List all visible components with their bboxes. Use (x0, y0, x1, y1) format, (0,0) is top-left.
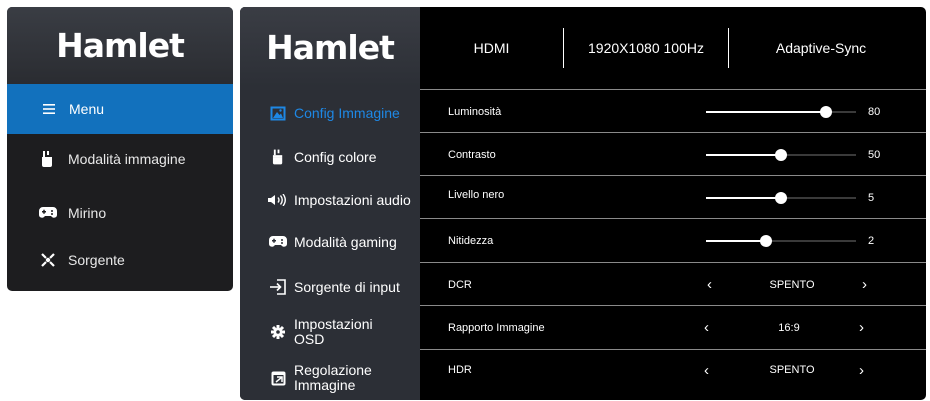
setting-value: 80 (868, 105, 881, 118)
setting-row-hdr[interactable]: HDR ‹ SPENTO › (420, 349, 926, 393)
brand-logo: Hamlet (7, 7, 233, 84)
slider-knob[interactable] (775, 149, 787, 161)
sidebar-item-label: Modalità gaming (294, 233, 397, 250)
input-icon (268, 279, 288, 295)
setting-row-sharpness[interactable]: Nitidezza 2 (420, 218, 926, 262)
sidebar-item-label: Config colore (294, 148, 377, 165)
image-icon (268, 106, 288, 121)
gamepad-icon (268, 236, 288, 248)
setting-label: Livello nero (448, 189, 505, 201)
setting-row-brightness[interactable]: Luminosità 80 (420, 89, 926, 133)
menu-icon (39, 104, 59, 114)
sidebar-item-input-source[interactable]: Sorgente di input (240, 265, 420, 309)
chevron-left-icon[interactable]: ‹ (704, 350, 709, 390)
chevron-right-icon[interactable]: › (862, 263, 867, 306)
status-bar: HDMI 1920X1080 100Hz Adaptive-Sync (420, 7, 926, 89)
setting-value: 2 (868, 234, 875, 247)
sidebar-item-label: Impostazioni OSD (294, 316, 373, 347)
quick-item-crosshair[interactable]: Mirino (7, 188, 233, 238)
option-value: 16:9 (778, 321, 800, 334)
setting-label: Rapporto Immagine (448, 321, 545, 334)
sidebar-item-label: Impostazioni audio (294, 191, 411, 208)
slider-fill (706, 240, 766, 242)
sync-status: Adaptive-Sync (775, 40, 867, 56)
quick-item-label: Modalità immagine (68, 151, 186, 167)
setting-label: HDR (448, 364, 472, 376)
sidebar-item-label: Sorgente di input (294, 278, 400, 295)
sidebar-item-label: Config Immagine (294, 104, 400, 121)
gear-icon (268, 325, 288, 339)
quick-item-label: Menu (69, 101, 105, 117)
sidebar-item-color-settings[interactable]: Config colore (240, 135, 420, 179)
osd-panel: Hamlet Config Immagine Config colore Imp… (240, 7, 926, 400)
source-icon (38, 253, 58, 267)
chevron-left-icon[interactable]: ‹ (704, 306, 709, 349)
setting-value: 5 (868, 191, 875, 204)
paint-brush-icon (38, 151, 58, 167)
quick-item-label: Sorgente (68, 252, 125, 268)
setting-row-black-level[interactable]: Livello nero 5 (420, 175, 926, 219)
sidebar-item-audio-settings[interactable]: Impostazioni audio (240, 178, 420, 222)
brand-logo: Hamlet (240, 7, 420, 87)
sidebar-item-picture-settings[interactable]: Config Immagine (240, 91, 420, 135)
chevron-right-icon[interactable]: › (859, 350, 864, 390)
chevron-right-icon[interactable]: › (859, 306, 864, 349)
slider-fill (706, 111, 826, 113)
speaker-icon (268, 194, 288, 206)
paint-brush-icon (268, 149, 288, 165)
setting-label: Nitidezza (448, 234, 494, 247)
osd-sidebar: Hamlet Config Immagine Config colore Imp… (240, 7, 420, 400)
chevron-left-icon[interactable]: ‹ (707, 263, 712, 306)
sidebar-item-image-adjustment[interactable]: Regolazione Immagine (240, 356, 420, 400)
option-value: SPENTO (769, 278, 815, 291)
sidebar-item-label: Regolazione Immagine (294, 362, 372, 393)
slider-knob[interactable] (775, 192, 787, 204)
sidebar-item-osd-settings[interactable]: Impostazioni OSD (240, 310, 420, 354)
slider-fill (706, 154, 781, 156)
resolution-status: 1920X1080 100Hz (588, 40, 704, 56)
setting-row-dcr[interactable]: DCR ‹ SPENTO › (420, 262, 926, 306)
setting-row-contrast[interactable]: Contrasto 50 (420, 132, 926, 176)
setting-label: DCR (448, 278, 472, 291)
slider-knob[interactable] (760, 235, 772, 247)
quick-item-source[interactable]: Sorgente (7, 235, 233, 285)
gamepad-icon (38, 207, 58, 219)
quick-item-label: Mirino (68, 205, 107, 221)
quick-menu-panel: Hamlet Menu Modalità immagine Mirino Sor… (7, 7, 233, 291)
setting-value: 50 (868, 148, 881, 161)
quick-item-picture-mode[interactable]: Modalità immagine (7, 134, 233, 184)
adjust-icon (268, 371, 288, 386)
setting-label: Luminosità (448, 105, 502, 118)
sidebar-item-gaming-mode[interactable]: Modalità gaming (240, 220, 420, 264)
slider-knob[interactable] (820, 106, 832, 118)
option-value: SPENTO (769, 364, 815, 376)
setting-row-aspect-ratio[interactable]: Rapporto Immagine ‹ 16:9 › (420, 305, 926, 349)
input-status: HDMI (473, 40, 510, 56)
quick-item-menu[interactable]: Menu (7, 84, 233, 134)
setting-label: Contrasto (448, 148, 496, 161)
slider-fill (706, 197, 781, 199)
